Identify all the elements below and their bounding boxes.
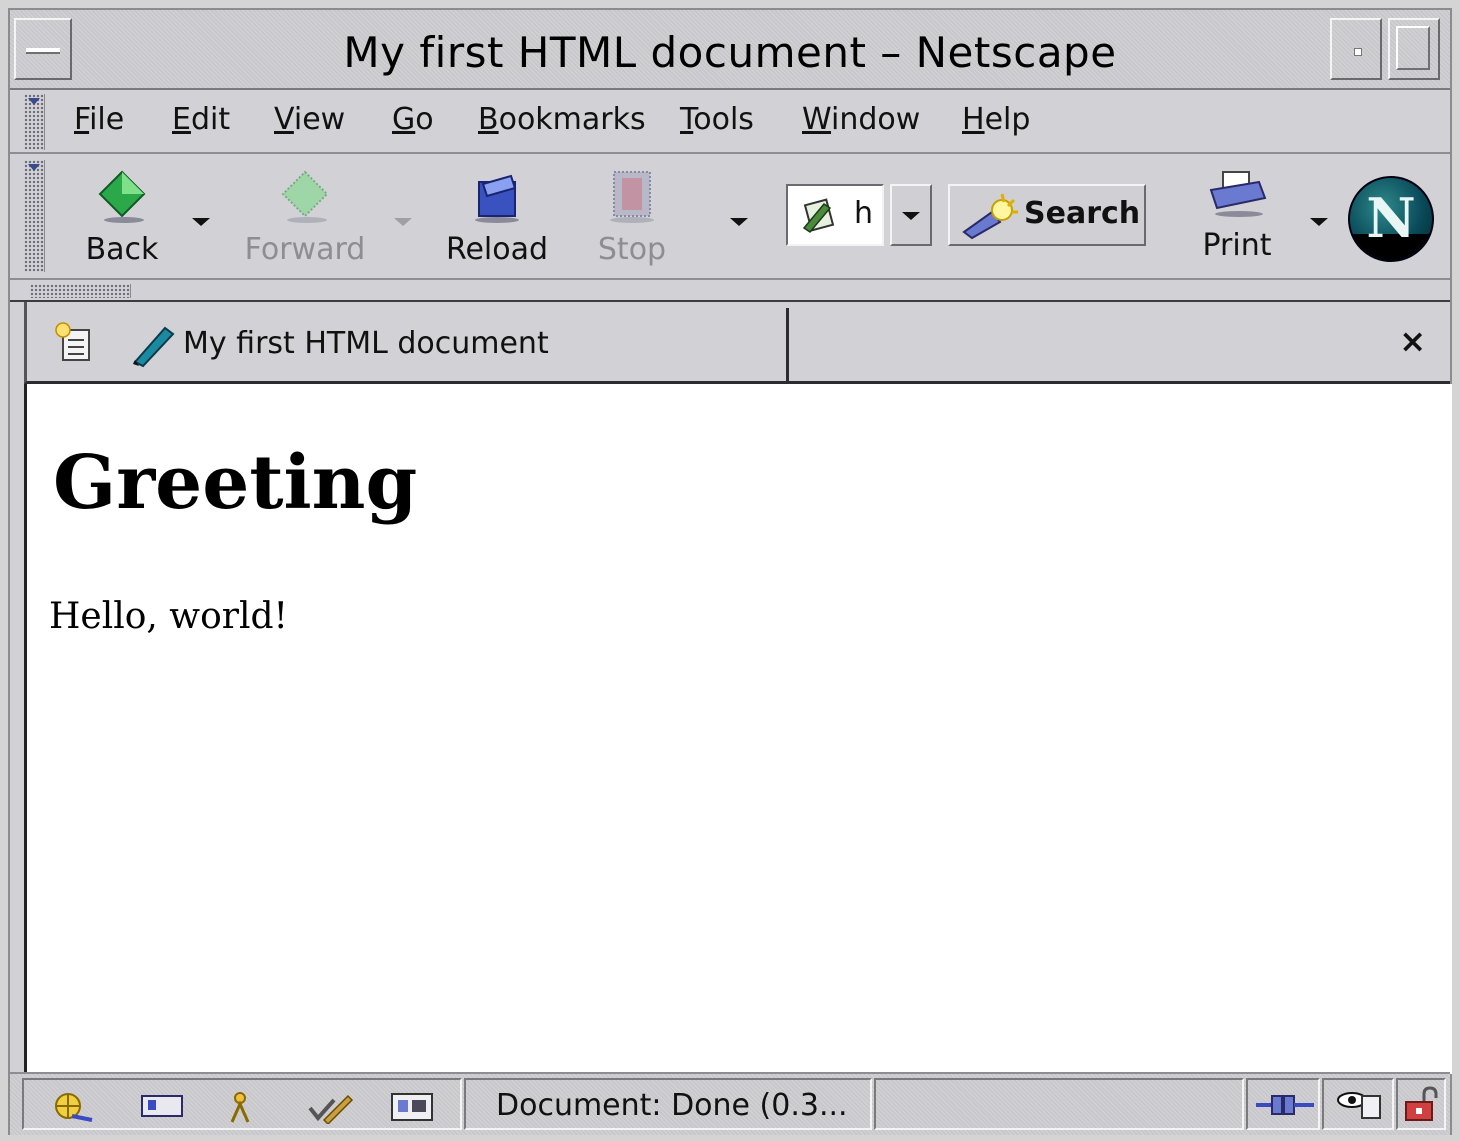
page-paragraph: Hello, world! [49, 596, 289, 637]
online-panel [1246, 1078, 1320, 1130]
page-proxy-icon [802, 198, 835, 233]
reload-icon [475, 174, 519, 223]
menu-window[interactable]: Window [802, 102, 920, 137]
menu-help[interactable]: Help [962, 102, 1030, 137]
mail-icon[interactable] [136, 1090, 188, 1124]
menu-bookmarks[interactable]: Bookmarks [478, 102, 646, 137]
back-history-dropdown[interactable] [192, 218, 210, 226]
progress-panel [874, 1078, 1244, 1130]
url-field[interactable]: h [786, 184, 884, 246]
forward-button[interactable]: Forward [242, 168, 368, 267]
online-status-icon[interactable] [1254, 1088, 1316, 1122]
status-text-panel: Document: Done (0.3... [464, 1078, 872, 1130]
back-button[interactable]: Back [80, 168, 164, 267]
menu-edit[interactable]: Edit [172, 102, 230, 137]
title-bar: My first HTML document – Netscape [10, 10, 1450, 90]
navigator-icon[interactable] [46, 1090, 98, 1124]
page-content: Greeting Hello, world! [24, 384, 1452, 1074]
print-button[interactable]: Print [1196, 168, 1278, 263]
tab-bar: My first HTML document × [24, 302, 1450, 384]
chevron-down-icon [902, 212, 920, 220]
cookie-privacy-icon[interactable] [1334, 1088, 1386, 1122]
minimize-button[interactable] [1330, 18, 1382, 80]
printer-icon [1209, 171, 1267, 217]
maximize-button[interactable] [1388, 18, 1440, 80]
search-flashlight-icon [962, 193, 1018, 240]
stop-icon [610, 171, 654, 223]
browser-window: My first HTML document – Netscape File E… [8, 8, 1452, 1135]
page-heading: Greeting [53, 440, 418, 526]
forward-arrow-icon [281, 170, 329, 223]
status-text: Document: Done (0.3... [496, 1088, 848, 1123]
component-bar [22, 1078, 462, 1130]
menu-view[interactable]: View [274, 102, 345, 137]
url-dropdown-button[interactable] [890, 184, 932, 246]
personal-toolbar-grippy[interactable] [10, 280, 1450, 302]
reload-button[interactable]: Reload [442, 168, 552, 267]
new-tab-icon[interactable] [51, 320, 101, 366]
menu-go[interactable]: Go [392, 102, 434, 137]
forward-history-dropdown[interactable] [394, 218, 412, 226]
navigation-toolbar: Back Forward Reload Stop h Search Print … [10, 154, 1450, 280]
privacy-panel [1322, 1078, 1394, 1130]
security-panel [1396, 1078, 1446, 1130]
unlocked-padlock-icon[interactable] [1402, 1086, 1442, 1124]
composer-icon[interactable] [304, 1090, 356, 1124]
menu-tools[interactable]: Tools [680, 102, 754, 137]
chat-icon[interactable] [220, 1090, 260, 1124]
address-book-icon[interactable] [386, 1090, 438, 1124]
toolbar-dropdown[interactable] [730, 218, 748, 226]
menubar-grippy[interactable] [24, 94, 45, 150]
close-tab-button[interactable]: × [1399, 322, 1426, 360]
search-button[interactable]: Search [948, 184, 1146, 246]
back-arrow-icon [98, 170, 146, 223]
tab-my-first-html-document[interactable]: My first HTML document [119, 308, 789, 381]
print-dropdown[interactable] [1310, 218, 1328, 226]
menu-file[interactable]: File [74, 102, 124, 137]
toolbar-grippy[interactable] [24, 160, 45, 272]
stop-button[interactable]: Stop [594, 168, 670, 267]
menu-bar: File Edit View Go Bookmarks Tools Window… [10, 90, 1450, 154]
window-title: My first HTML document – Netscape [343, 28, 1117, 77]
netscape-logo-icon[interactable]: N [1348, 176, 1434, 262]
page-favicon-icon [133, 326, 175, 368]
status-bar: Document: Done (0.3... [10, 1072, 1450, 1135]
